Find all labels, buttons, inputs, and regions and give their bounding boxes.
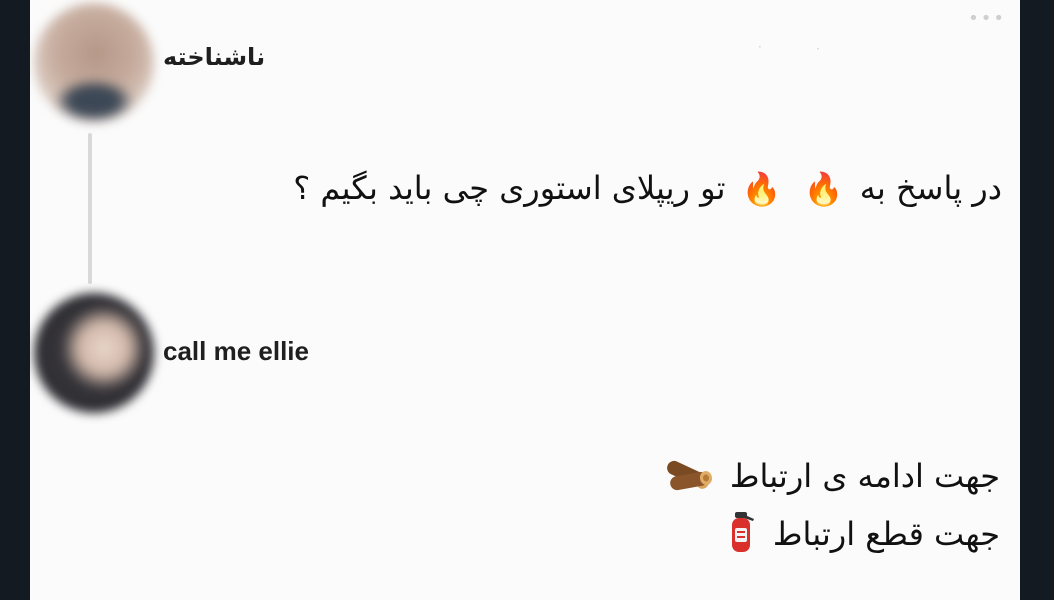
avatar[interactable] (34, 3, 154, 123)
avatar[interactable] (34, 293, 154, 413)
reply-line-2-text: جهت قطع ارتباط (772, 515, 1000, 553)
fire-icon: 🔥 (803, 170, 844, 209)
post-author-name[interactable]: ناشناخته (163, 43, 265, 71)
reply-author-name[interactable]: call me ellie (163, 336, 309, 367)
more-options-icon[interactable]: ••• (968, 10, 1006, 28)
faint-dot: · (816, 42, 820, 56)
post-text-before: در پاسخ به (859, 169, 1002, 207)
reply-line-1-text: جهت ادامه ی ارتباط (729, 457, 1000, 495)
thread-card: ••• ناشناخته · · در پاسخ به 🔥 🔥 تو ریپلا… (30, 0, 1020, 600)
reply-line-1: جهت ادامه ی ارتباط (300, 452, 1000, 504)
fire-icon: 🔥 (741, 170, 782, 209)
post-text-after: تو ریپلای استوری چی باید بگیم ؟ (293, 169, 726, 207)
fire-extinguisher-icon (727, 510, 757, 562)
thread-line (88, 133, 92, 284)
reply-line-2: جهت قطع ارتباط (300, 510, 1000, 562)
post-text: در پاسخ به 🔥 🔥 تو ریپلای استوری چی باید … (102, 168, 1002, 211)
firewood-icon (662, 452, 714, 504)
faint-dot: · (758, 40, 762, 54)
